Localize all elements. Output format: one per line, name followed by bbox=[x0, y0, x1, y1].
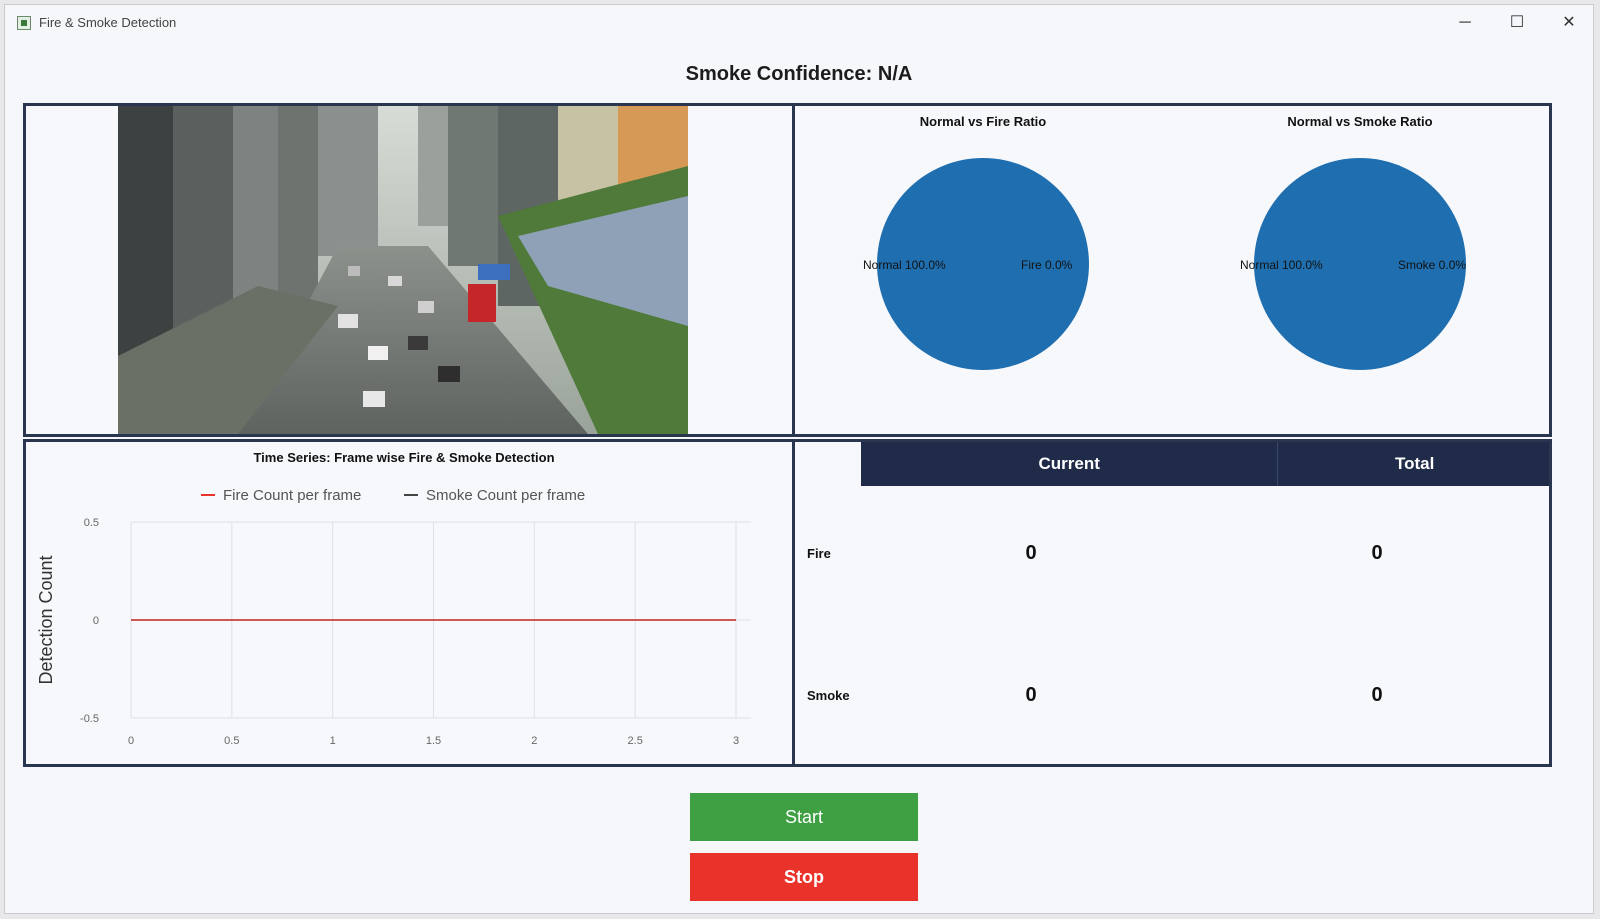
pie-title-0: Normal vs Fire Ratio bbox=[920, 114, 1046, 129]
x-tick-label-2: 1 bbox=[330, 735, 336, 747]
counts-table: Current Total bbox=[861, 442, 1549, 486]
pie-label-1-1: Smoke 0.0% bbox=[1398, 258, 1466, 272]
legend-label-0: Fire Count per frame bbox=[223, 487, 361, 504]
row-label-fire: Fire bbox=[807, 546, 831, 561]
time-series-panel: Time Series: Frame wise Fire & Smoke Det… bbox=[23, 439, 795, 767]
y-tick-label-0: 0.5 bbox=[84, 517, 99, 529]
pie-title-1: Normal vs Smoke Ratio bbox=[1287, 114, 1432, 129]
pie-label-1-0: Normal 100.0% bbox=[1240, 258, 1323, 272]
x-tick-label-1: 0.5 bbox=[224, 735, 239, 747]
counts-panel: Current Total Fire 0 0 Smoke 0 0 bbox=[792, 439, 1552, 767]
x-tick-label-5: 2.5 bbox=[628, 735, 643, 747]
row-label-smoke: Smoke bbox=[807, 688, 850, 703]
maximize-button[interactable]: ☐ bbox=[1495, 9, 1539, 37]
y-tick-label-1: 0 bbox=[93, 615, 99, 627]
pie-label-0-1: Fire 0.0% bbox=[1021, 258, 1073, 272]
pie-label-0-0: Normal 100.0% bbox=[863, 258, 946, 272]
start-button[interactable]: Start bbox=[690, 793, 918, 841]
header-total: Total bbox=[1277, 442, 1549, 486]
video-panel bbox=[23, 103, 795, 437]
camera-feed-image bbox=[118, 106, 688, 434]
smoke-total-value: 0 bbox=[1371, 684, 1383, 706]
smoke-current-value: 0 bbox=[1025, 684, 1037, 706]
close-button[interactable]: ✕ bbox=[1547, 9, 1591, 37]
time-series-chart: Time Series: Frame wise Fire & Smoke Det… bbox=[36, 450, 751, 747]
app-icon bbox=[17, 16, 31, 30]
minimize-button[interactable]: ─ bbox=[1443, 9, 1487, 37]
x-tick-label-4: 2 bbox=[531, 735, 537, 747]
header-current: Current bbox=[861, 442, 1278, 486]
fire-total-value: 0 bbox=[1371, 542, 1383, 564]
x-tick-label-0: 0 bbox=[128, 735, 134, 747]
window-title: Fire & Smoke Detection bbox=[39, 15, 177, 30]
ratio-charts-panel: Normal vs Fire Ratio Normal 100.0% Fire 0.… bbox=[792, 103, 1552, 437]
x-tick-label-6: 3 bbox=[733, 735, 739, 747]
time-series-title: Time Series: Frame wise Fire & Smoke Det… bbox=[253, 450, 554, 465]
stop-button[interactable]: Stop bbox=[690, 853, 918, 901]
x-tick-label-3: 1.5 bbox=[426, 735, 441, 747]
app-window: Fire & Smoke Detection ─ ☐ ✕ Smoke Confi… bbox=[4, 4, 1594, 914]
fire-current-value: 0 bbox=[1025, 542, 1037, 564]
legend-label-1: Smoke Count per frame bbox=[426, 487, 585, 504]
y-tick-label-2: -0.5 bbox=[80, 713, 99, 725]
smoke-confidence-label: Smoke Confidence: N/A bbox=[685, 63, 913, 85]
y-axis-label: Detection Count bbox=[36, 555, 56, 684]
ratio-pie-charts: Normal vs Fire Ratio Normal 100.0% Fire 0.… bbox=[863, 114, 1466, 370]
title-bar: Fire & Smoke Detection ─ ☐ ✕ bbox=[5, 5, 1593, 41]
